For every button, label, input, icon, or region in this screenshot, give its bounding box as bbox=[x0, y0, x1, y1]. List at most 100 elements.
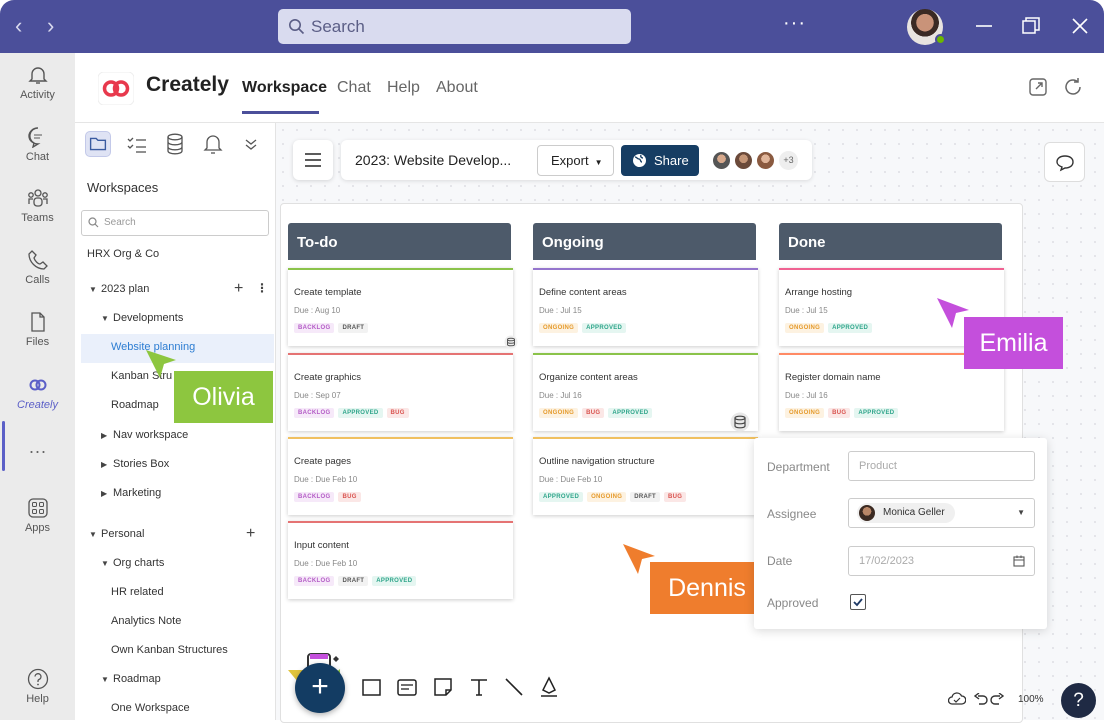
column-header-done[interactable]: Done bbox=[779, 223, 1002, 260]
tab-help[interactable]: Help bbox=[387, 79, 420, 97]
collaborator-avatar[interactable] bbox=[734, 151, 753, 170]
menu-button[interactable] bbox=[293, 140, 333, 180]
checklist-icon[interactable] bbox=[124, 131, 150, 157]
tree-item-one-workspace[interactable]: One Workspace bbox=[111, 702, 190, 714]
tree-item-nav-workspace[interactable]: ▶ Nav workspace bbox=[101, 429, 188, 441]
rail-item-calls[interactable]: Calls bbox=[0, 249, 75, 286]
more-collaborators-badge[interactable]: +3 bbox=[779, 151, 798, 170]
kanban-card[interactable]: Outline navigation structure Due : Due Fe… bbox=[533, 437, 758, 515]
document-name[interactable]: 2023: Website Develop... bbox=[355, 152, 511, 168]
tree-item-hrx-org[interactable]: HRX Org & Co bbox=[87, 248, 159, 260]
tag-badge: ONGOING bbox=[539, 408, 579, 418]
text-tool-icon[interactable] bbox=[468, 676, 490, 698]
kanban-card[interactable]: Create graphics Due : Sep 07 BACKLOG APPROV… bbox=[288, 353, 513, 431]
chevron-down-icon[interactable]: ▼ bbox=[101, 559, 113, 568]
database-icon[interactable] bbox=[162, 131, 188, 157]
rail-item-help[interactable]: Help bbox=[0, 668, 75, 705]
open-external-icon[interactable] bbox=[1028, 77, 1048, 97]
tree-item-stories-box[interactable]: ▶ Stories Box bbox=[101, 458, 169, 470]
chevron-down-icon[interactable]: ▼ bbox=[89, 285, 101, 294]
tree-label: Developments bbox=[113, 312, 184, 324]
card-tool-icon[interactable] bbox=[396, 676, 418, 698]
tag-badge: DRAFT bbox=[338, 323, 369, 333]
chevron-down-icon[interactable] bbox=[238, 131, 264, 157]
help-button[interactable]: ? bbox=[1061, 683, 1096, 718]
kanban-card[interactable]: Organize content areas Due : Jul 16 ONGOIN… bbox=[533, 353, 758, 431]
column-header-ongoing[interactable]: Ongoing bbox=[533, 223, 756, 260]
chevron-down-icon[interactable]: ▼ bbox=[101, 675, 113, 684]
tree-item-roadmap[interactable]: Roadmap bbox=[111, 399, 159, 411]
tree-item-org-charts[interactable]: ▼ Org charts bbox=[101, 557, 164, 569]
add-item-icon[interactable]: + bbox=[246, 525, 255, 543]
rail-item-creately[interactable]: Creately bbox=[0, 374, 75, 411]
tab-about[interactable]: About bbox=[436, 79, 478, 97]
date-field[interactable]: 17/02/2023 bbox=[848, 546, 1035, 576]
tree-item-own-kanban[interactable]: Own Kanban Structures bbox=[111, 644, 228, 656]
close-icon[interactable] bbox=[1072, 18, 1088, 34]
rail-item-activity[interactable]: Activity bbox=[0, 64, 75, 101]
collaborator-avatar[interactable] bbox=[756, 151, 775, 170]
chevron-right-icon[interactable]: ▶ bbox=[101, 489, 113, 498]
comments-button[interactable] bbox=[1044, 142, 1085, 182]
forward-arrow-icon[interactable]: › bbox=[47, 14, 54, 38]
tag-badge: APPROVED bbox=[854, 408, 899, 418]
chat-icon bbox=[27, 127, 42, 148]
add-item-icon[interactable]: + bbox=[234, 280, 243, 298]
column-header-todo[interactable]: To-do bbox=[288, 223, 511, 260]
zoom-level[interactable]: 100% bbox=[1018, 694, 1044, 705]
chevron-down-icon[interactable]: ▼ bbox=[89, 530, 101, 539]
rail-item-chat[interactable]: Chat bbox=[0, 126, 75, 163]
chevron-down-icon[interactable]: ▼ bbox=[101, 314, 113, 323]
add-shape-button[interactable]: + bbox=[295, 663, 345, 713]
more-apps-icon[interactable]: ··· bbox=[0, 441, 75, 462]
tree-item-hr-related[interactable]: HR related bbox=[111, 586, 164, 598]
rail-item-teams[interactable]: Teams bbox=[0, 187, 75, 224]
tree-item-personal[interactable]: ▼ Personal bbox=[89, 528, 144, 540]
notification-bell-icon[interactable] bbox=[200, 131, 226, 157]
database-icon[interactable] bbox=[504, 335, 518, 349]
sticky-note-tool-icon[interactable] bbox=[432, 676, 454, 698]
card-tags: BACKLOG BUG bbox=[294, 492, 361, 502]
approved-checkbox[interactable] bbox=[850, 594, 866, 610]
pen-tool-icon[interactable] bbox=[538, 676, 560, 698]
kanban-card[interactable]: Define content areas Due : Jul 15 ONGOING A… bbox=[533, 268, 758, 346]
tree-item-marketing[interactable]: ▶ Marketing bbox=[101, 487, 161, 499]
folder-icon[interactable] bbox=[85, 131, 111, 157]
database-icon[interactable] bbox=[730, 412, 750, 432]
collaborator-avatar[interactable] bbox=[712, 151, 731, 170]
redo-icon[interactable] bbox=[990, 693, 1004, 705]
card-tags: ONGOING APPROVED bbox=[785, 323, 873, 333]
kanban-card[interactable]: Input content Due : Due Feb 10 BACKLOG DRAF… bbox=[288, 521, 513, 599]
undo-icon[interactable] bbox=[974, 693, 988, 705]
tab-workspace[interactable]: Workspace bbox=[242, 79, 327, 97]
search-input[interactable]: Search bbox=[278, 9, 631, 44]
tree-item-developments[interactable]: ▼ Developments bbox=[101, 312, 183, 324]
refresh-icon[interactable] bbox=[1063, 77, 1083, 97]
share-button[interactable]: Share bbox=[621, 145, 699, 176]
tree-item-analytics-note[interactable]: Analytics Note bbox=[111, 615, 181, 627]
sidebar-search-input[interactable]: Search bbox=[81, 210, 269, 236]
rectangle-tool-icon[interactable] bbox=[360, 676, 382, 698]
tab-chat[interactable]: Chat bbox=[337, 79, 371, 97]
minimize-icon[interactable] bbox=[976, 24, 992, 28]
back-arrow-icon[interactable]: ‹ bbox=[15, 14, 22, 38]
rail-item-apps[interactable]: Apps bbox=[0, 497, 75, 534]
line-tool-icon[interactable] bbox=[503, 676, 525, 698]
more-vertical-icon[interactable]: ⋮ bbox=[256, 281, 268, 295]
chevron-right-icon[interactable]: ▶ bbox=[101, 431, 113, 440]
rail-item-files[interactable]: Files bbox=[0, 311, 75, 348]
export-button[interactable]: Export ▼ bbox=[537, 145, 614, 176]
department-field[interactable]: Product bbox=[848, 451, 1035, 481]
cloud-sync-icon[interactable] bbox=[948, 692, 966, 706]
card-due-date: Due : Jul 16 bbox=[785, 391, 828, 400]
assignee-select[interactable]: Monica Geller ▼ bbox=[848, 498, 1035, 528]
tree-item-roadmap-2[interactable]: ▼ Roadmap bbox=[101, 673, 161, 685]
tree-item-2023-plan[interactable]: ▼ 2023 plan bbox=[89, 283, 149, 295]
kanban-card[interactable]: Create template Due : Aug 10 BACKLOG DRAFT bbox=[288, 268, 513, 346]
kanban-card[interactable]: Create pages Due : Due Feb 10 BACKLOG BUG bbox=[288, 437, 513, 515]
rail-label: Calls bbox=[25, 274, 50, 286]
more-options-icon[interactable]: ··· bbox=[783, 12, 806, 35]
chevron-right-icon[interactable]: ▶ bbox=[101, 460, 113, 469]
maximize-icon[interactable] bbox=[1022, 17, 1040, 35]
calendar-icon[interactable] bbox=[1013, 555, 1025, 567]
